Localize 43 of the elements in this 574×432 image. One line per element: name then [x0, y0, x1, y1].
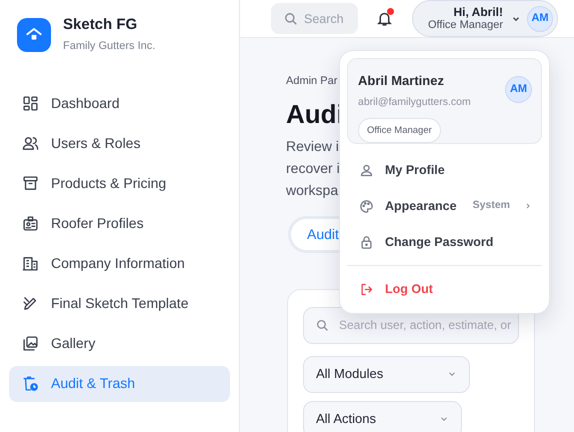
users-icon [22, 135, 39, 152]
building-icon [22, 255, 39, 272]
grid-icon [22, 95, 39, 112]
user-name: Abril Martinez [358, 72, 444, 90]
sidebar-item[interactable]: Dashboard [9, 86, 230, 122]
breadcrumb: Admin Par [286, 74, 338, 89]
company-name: Family Gutters Inc. [63, 39, 156, 54]
filter-select[interactable]: All Actions [303, 400, 462, 432]
menu-item[interactable]: My Profile [347, 152, 542, 188]
chevron-right-icon [524, 202, 532, 210]
user-avatar: AM [527, 6, 553, 32]
user-role: Office Manager [428, 18, 503, 32]
archive-box-icon [22, 175, 39, 192]
palette-icon [359, 198, 374, 214]
sidebar-item[interactable]: Users & Roles [9, 126, 230, 162]
filter-select[interactable]: All Modules [303, 356, 470, 392]
user-avatar: AM [505, 76, 532, 103]
search-field[interactable]: Search [271, 3, 358, 34]
greeting: Hi, Abril! [453, 6, 503, 18]
sidebar-item[interactable]: Gallery [9, 326, 230, 362]
appearance-value: System [472, 198, 510, 214]
page-description: Review i [286, 136, 339, 156]
profile-button[interactable]: Hi, Abril! Office Manager AM [412, 0, 558, 37]
person-icon [359, 162, 374, 178]
sidebar-item[interactable]: Products & Pricing [9, 166, 230, 202]
gallery-icon [22, 335, 39, 352]
bell-icon [376, 10, 392, 27]
sidebar-item[interactable]: Roofer Profiles [9, 206, 230, 242]
id-badge-icon [22, 215, 39, 232]
user-email: abril@familygutters.com [358, 94, 471, 110]
search-icon [284, 12, 298, 26]
lock-icon [359, 234, 374, 250]
page-description: workspa [286, 180, 338, 200]
search-icon [316, 318, 329, 332]
sidebar-item[interactable]: Company Information [9, 246, 230, 282]
logout-item[interactable]: Log Out [347, 271, 542, 308]
trash-clock-icon [22, 375, 39, 392]
app-name: Sketch FG [63, 15, 138, 35]
role-badge: Office Manager [358, 118, 441, 144]
pencil-ruler-icon [22, 295, 39, 312]
page-description: recover i [286, 158, 340, 178]
sidebar-item[interactable]: Final Sketch Template [9, 286, 230, 322]
logout-icon [359, 282, 374, 297]
